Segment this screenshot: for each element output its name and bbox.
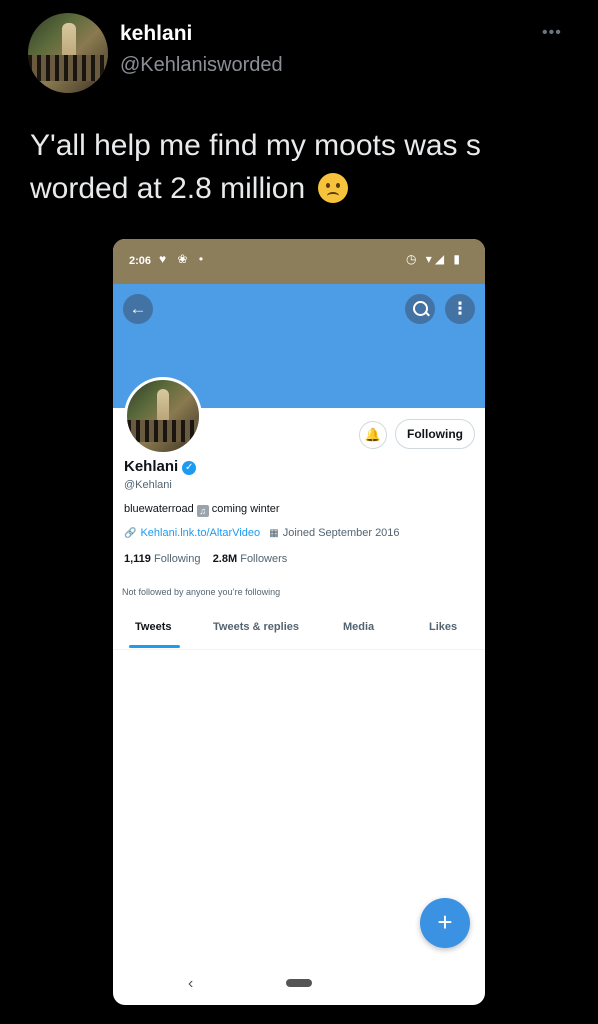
following-label: Following bbox=[153, 553, 201, 565]
author-name[interactable]: kehlani bbox=[120, 22, 192, 46]
followers-stat[interactable]: 2.8M Followers bbox=[213, 553, 288, 565]
notification-bell-icon[interactable]: 🔔 bbox=[359, 421, 387, 449]
not-followed-notice: Not followed by anyone you’re following bbox=[122, 587, 281, 597]
link-icon: 🔗 bbox=[124, 528, 137, 539]
tab-media[interactable]: Media bbox=[343, 621, 374, 633]
status-bar: 2:06 ♥ ❀ • ◷ ▾◢ ▮ bbox=[113, 239, 485, 284]
followers-label: Followers bbox=[240, 553, 288, 565]
home-pill-icon[interactable] bbox=[286, 979, 312, 987]
back-arrow-icon[interactable]: ← bbox=[123, 294, 153, 324]
music-score-icon: ♫ bbox=[196, 505, 209, 517]
active-tab-indicator bbox=[129, 645, 180, 648]
search-icon[interactable] bbox=[405, 294, 435, 324]
compose-tweet-button[interactable]: + bbox=[420, 898, 470, 948]
author-avatar[interactable] bbox=[28, 13, 108, 93]
following-button[interactable]: Following bbox=[395, 419, 475, 449]
followers-count: 2.8M bbox=[212, 553, 238, 565]
tweet-body: Y'all help me find my moots was s worded… bbox=[30, 129, 481, 205]
status-time: 2:06 bbox=[129, 255, 152, 267]
more-options-icon[interactable]: ••• bbox=[542, 24, 562, 42]
profile-bio: bluewaterroad ♫ coming winter bbox=[124, 503, 280, 517]
profile-handle: @Kehlani bbox=[124, 479, 172, 491]
profile-meta: 🔗 Kehlani.lnk.to/AltarVideo ▦ Joined Septe… bbox=[124, 527, 400, 539]
search-handle bbox=[425, 311, 430, 317]
bio-text-end: coming winter bbox=[211, 503, 280, 515]
following-stat[interactable]: 1,119 Following bbox=[124, 553, 200, 565]
joined-date: Joined September 2016 bbox=[282, 527, 400, 539]
tab-likes[interactable]: Likes bbox=[429, 621, 457, 633]
tab-tweets[interactable]: Tweets bbox=[135, 621, 171, 633]
profile-name: Kehlani ✓ bbox=[124, 458, 197, 475]
profile-stats: 1,119 Following 2.8M Followers bbox=[124, 553, 287, 565]
calendar-icon: ▦ bbox=[269, 528, 279, 539]
author-handle[interactable]: @Kehlanisworded bbox=[120, 54, 283, 77]
following-count: 1,119 bbox=[124, 553, 151, 565]
tab-tweets-replies[interactable]: Tweets & replies bbox=[213, 621, 299, 633]
avatar-rail bbox=[127, 420, 199, 442]
worried-face-icon bbox=[317, 173, 348, 203]
avatar-rail bbox=[28, 55, 108, 81]
system-status-icons: ◷ ▾◢ ▮ bbox=[406, 252, 463, 266]
profile-avatar[interactable] bbox=[124, 377, 202, 455]
verified-badge-icon: ✓ bbox=[182, 461, 197, 475]
profile-tabs: Tweets Tweets & replies Media Likes bbox=[113, 613, 485, 650]
bio-text-start: bluewaterroad bbox=[124, 503, 194, 515]
profile-link[interactable]: Kehlani.lnk.to/AltarVideo bbox=[140, 527, 260, 539]
nav-back-icon[interactable]: ‹ bbox=[188, 975, 193, 993]
tweet-text: Y'all help me find my moots was s worded… bbox=[30, 124, 550, 210]
notification-icons: ♥ ❀ • bbox=[159, 252, 208, 266]
attached-screenshot[interactable]: 2:06 ♥ ❀ • ◷ ▾◢ ▮ ← ⋮ 🔔 Following Kehlan… bbox=[113, 239, 485, 1005]
profile-name-text: Kehlani bbox=[124, 458, 179, 475]
kebab-menu-icon[interactable]: ⋮ bbox=[445, 294, 475, 324]
